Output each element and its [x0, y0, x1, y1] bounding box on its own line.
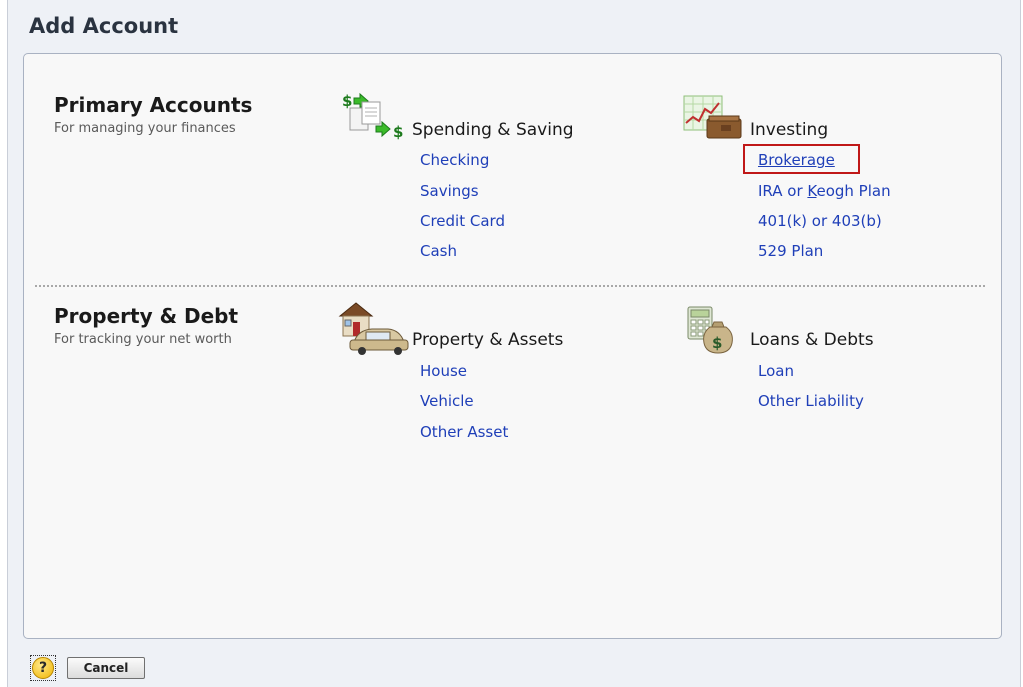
link-checking[interactable]: Checking — [420, 151, 489, 169]
link-house[interactable]: House — [420, 362, 467, 380]
category-title-loans-debts: Loans & Debts — [750, 330, 874, 350]
section-divider — [35, 285, 985, 287]
section-title-property-debt: Property & Debt — [54, 304, 239, 328]
calculator-money-bag-icon: $ — [687, 306, 733, 354]
ira-text-before: IRA or — [758, 182, 808, 200]
ira-text-after: eogh Plan — [816, 182, 891, 200]
help-button[interactable]: ? — [30, 655, 56, 681]
category-title-property-assets: Property & Assets — [412, 330, 564, 350]
category-title-spending-saving: Spending & Saving — [412, 120, 574, 140]
window-title: Add Account — [29, 14, 179, 38]
link-529-plan[interactable]: 529 Plan — [758, 242, 823, 260]
house-car-icon — [338, 302, 409, 355]
svg-text:$: $ — [342, 92, 352, 110]
section-subtitle-primary-accounts: For managing your finances — [54, 121, 236, 136]
money-transfer-icon: $ $ — [342, 92, 403, 140]
cancel-button[interactable]: Cancel — [67, 657, 145, 679]
link-other-asset[interactable]: Other Asset — [420, 423, 508, 441]
category-title-investing: Investing — [750, 120, 829, 140]
link-credit-card[interactable]: Credit Card — [420, 212, 505, 230]
brokerage-highlight-box — [743, 144, 860, 174]
section-subtitle-property-debt: For tracking your net worth — [54, 332, 232, 347]
link-savings[interactable]: Savings — [420, 182, 479, 200]
link-401k-403b[interactable]: 401(k) or 403(b) — [758, 212, 882, 230]
link-vehicle[interactable]: Vehicle — [420, 392, 474, 410]
link-cash[interactable]: Cash — [420, 242, 457, 260]
link-loan[interactable]: Loan — [758, 362, 794, 380]
link-ira-keogh-plan[interactable]: IRA or Keogh Plan — [758, 182, 891, 200]
investment-chart-icon — [683, 95, 742, 139]
svg-text:$: $ — [712, 334, 722, 352]
link-other-liability[interactable]: Other Liability — [758, 392, 864, 410]
help-icon: ? — [32, 657, 54, 679]
svg-text:$: $ — [393, 123, 403, 140]
section-title-primary-accounts: Primary Accounts — [54, 93, 253, 117]
